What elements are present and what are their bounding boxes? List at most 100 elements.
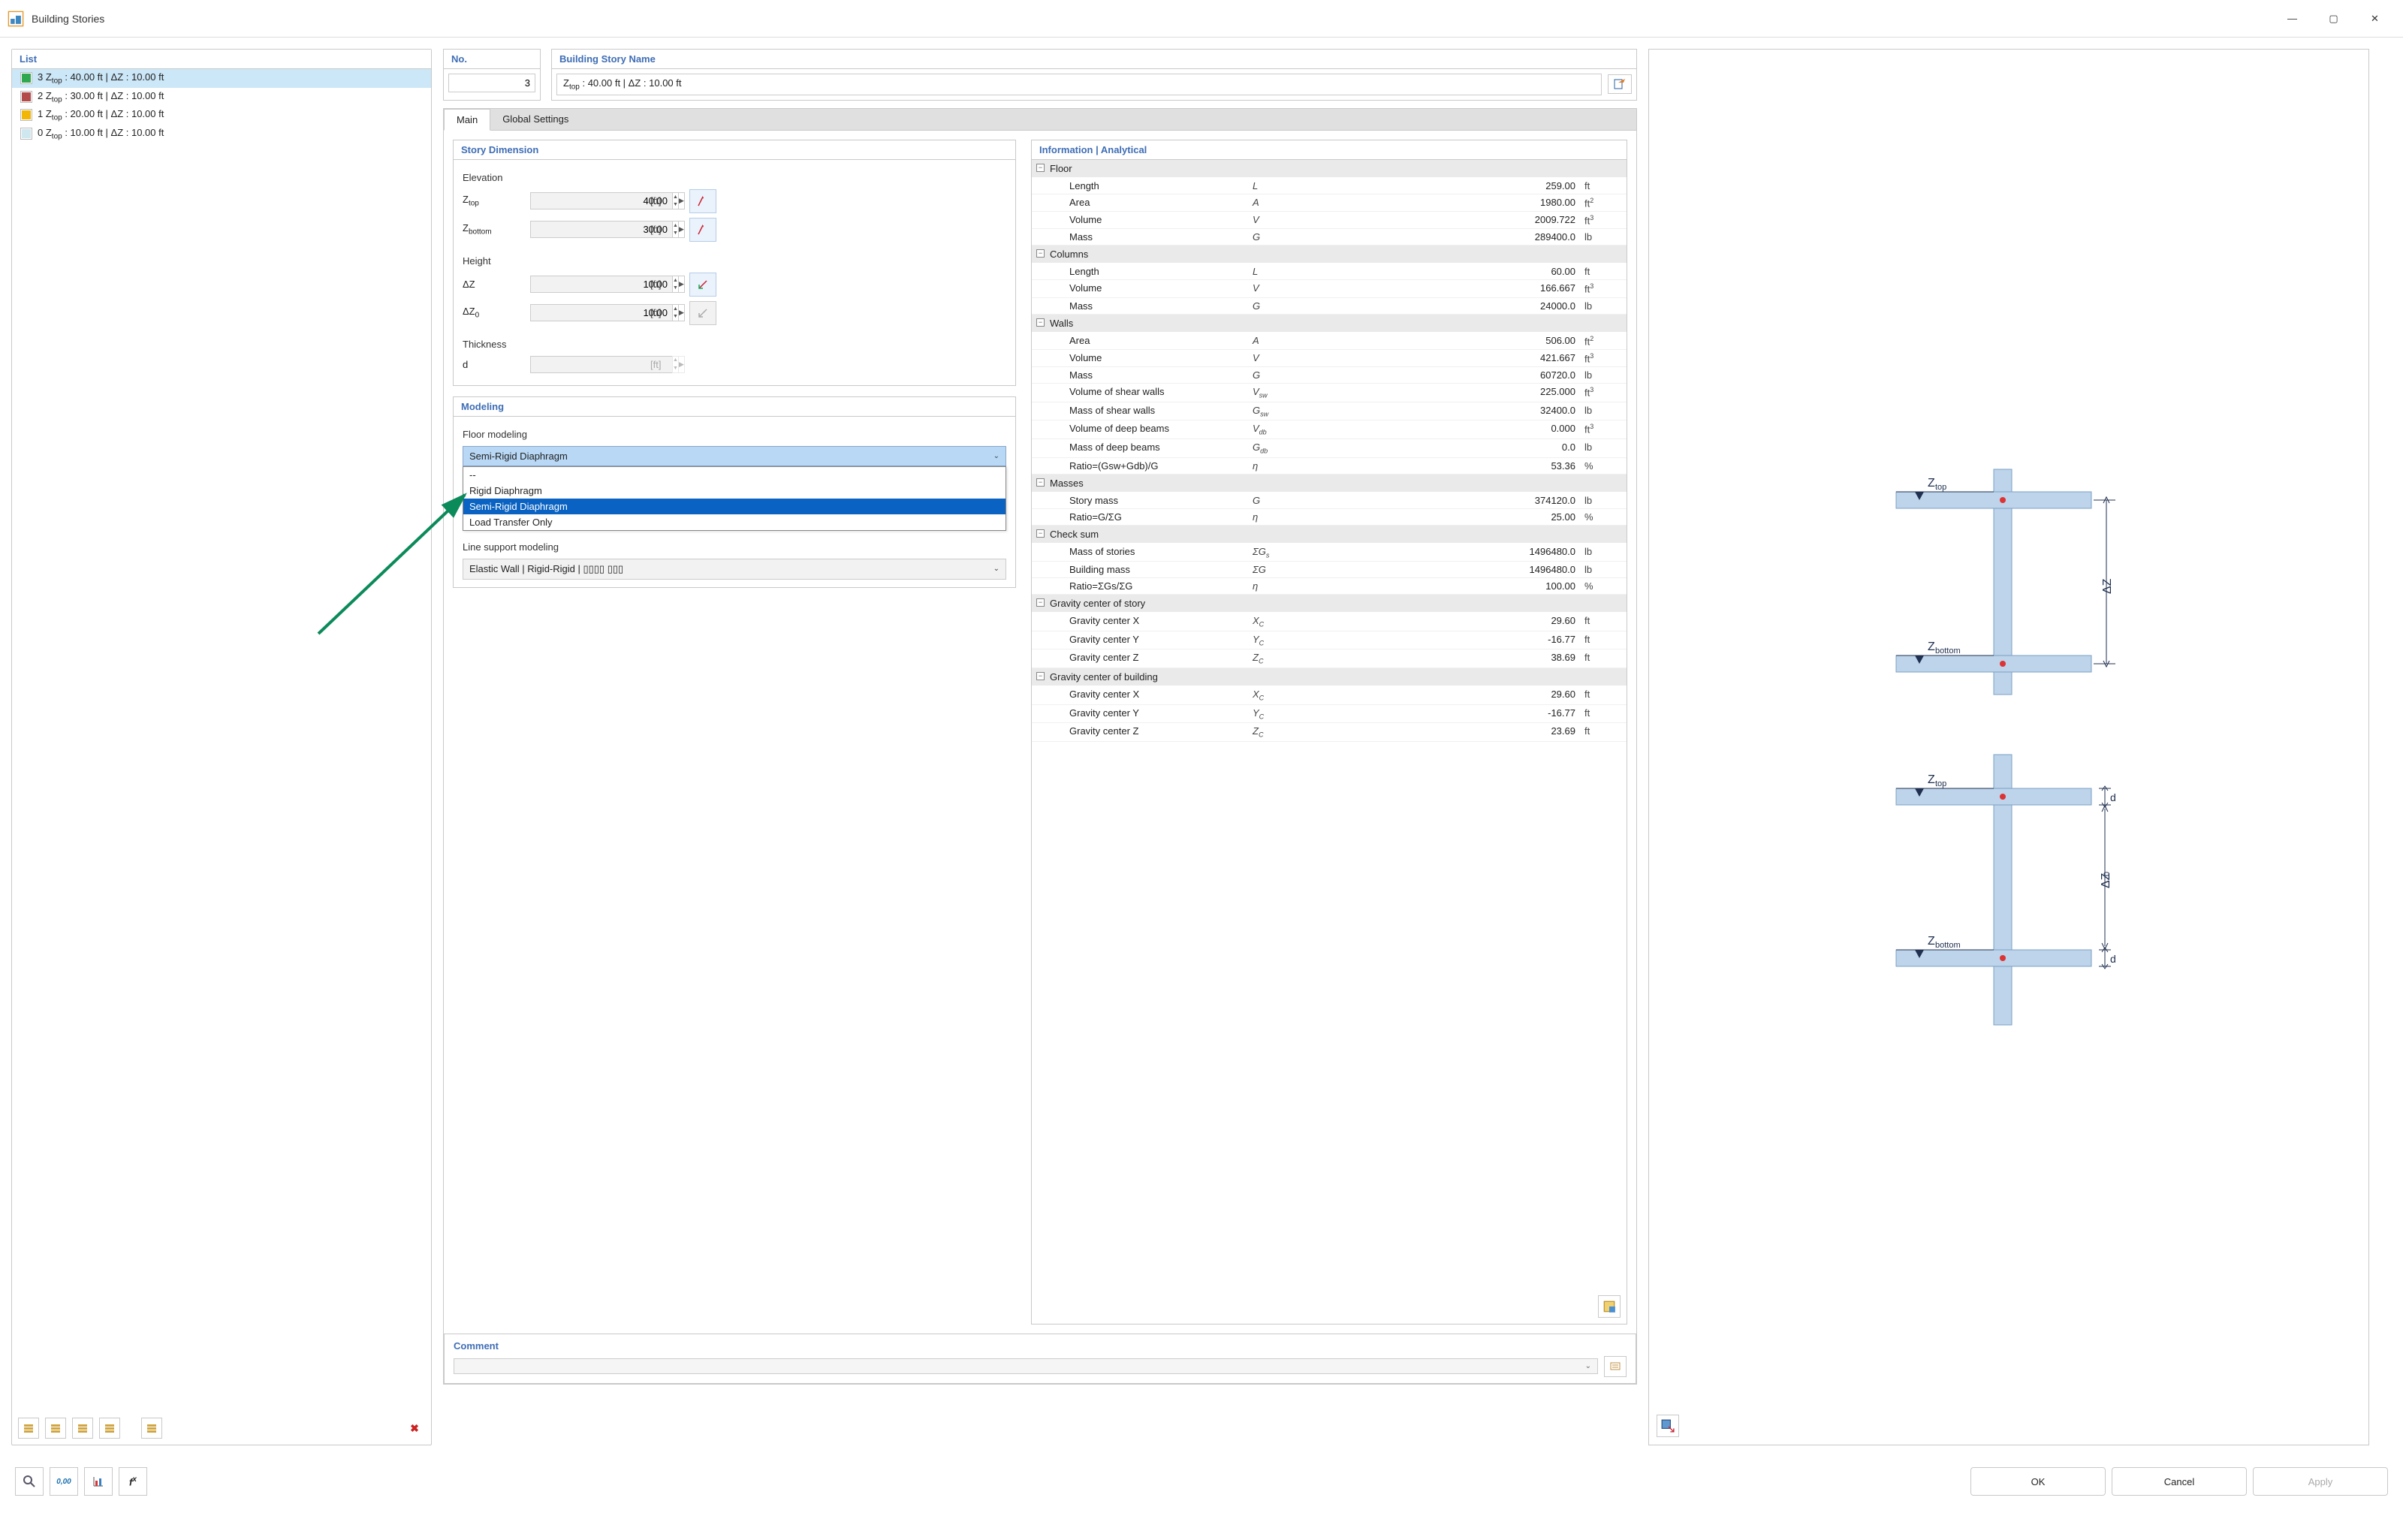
floor-modeling-value: Semi-Rigid Diaphragm: [469, 451, 993, 462]
cancel-button[interactable]: Cancel: [2112, 1467, 2247, 1496]
info-unit: ft3: [1581, 420, 1627, 438]
floor-modeling-option[interactable]: Load Transfer Only: [463, 514, 1006, 530]
info-unit: lb: [1581, 298, 1627, 314]
minimize-button[interactable]: —: [2272, 4, 2313, 34]
info-unit: ft2: [1581, 194, 1627, 211]
list-tool-1[interactable]: [18, 1418, 39, 1439]
color-swatch: [21, 92, 32, 102]
comment-field[interactable]: ⌄: [454, 1358, 1598, 1374]
info-symbol: G: [1250, 229, 1302, 245]
stepper-menu-icon[interactable]: ▶: [678, 192, 685, 209]
info-row: Gravity center Y YC -16.77 ft: [1032, 631, 1627, 650]
story-list-label: 2 Ztop : 30.00 ft | ΔZ : 10.00 ft: [38, 90, 164, 104]
spin-up-icon[interactable]: ▲: [673, 222, 678, 230]
collapse-icon[interactable]: −: [1036, 529, 1045, 538]
floor-modeling-option[interactable]: --: [463, 467, 1006, 483]
info-section-header[interactable]: −Gravity center of building: [1032, 668, 1627, 686]
story-name-field[interactable]: Ztop : 40.00 ft | ΔZ : 10.00 ft: [556, 74, 1602, 95]
story-list-item[interactable]: 1 Ztop : 20.00 ft | ΔZ : 10.00 ft: [12, 106, 431, 125]
ok-button[interactable]: OK: [1970, 1467, 2106, 1496]
color-swatch: [21, 73, 32, 83]
info-name: Gravity center X: [1032, 686, 1250, 704]
elevation-label: Elevation: [463, 172, 1006, 183]
information-body[interactable]: −FloorLength L 259.00 ftArea A 1980.00 f…: [1032, 160, 1627, 1289]
collapse-icon[interactable]: −: [1036, 672, 1045, 680]
dz-pick-icon[interactable]: [689, 273, 716, 297]
spin-up-icon[interactable]: ▲: [673, 305, 678, 313]
story-list-item[interactable]: 2 Ztop : 30.00 ft | ΔZ : 10.00 ft: [12, 88, 431, 107]
info-section-header[interactable]: −Floor: [1032, 160, 1627, 178]
story-list: 3 Ztop : 40.00 ft | ΔZ : 10.00 ft 2 Ztop…: [12, 69, 431, 1412]
tab-global-settings[interactable]: Global Settings: [490, 109, 581, 130]
height-label: Height: [463, 255, 1006, 267]
line-support-dropdown[interactable]: Elastic Wall | Rigid-Rigid | ▯▯▯▯ ▯▯▯ ⌄: [463, 559, 1006, 580]
info-value: 1496480.0: [1302, 544, 1581, 562]
info-section-header[interactable]: −Gravity center of story: [1032, 595, 1627, 613]
collapse-icon[interactable]: −: [1036, 164, 1045, 172]
number-input[interactable]: [448, 74, 535, 92]
spin-down-icon[interactable]: ▼: [673, 230, 678, 238]
search-icon[interactable]: [15, 1467, 44, 1496]
info-section-header[interactable]: −Masses: [1032, 475, 1627, 493]
info-row: Length L 60.00 ft: [1032, 264, 1627, 280]
svg-text:bottom: bottom: [1935, 941, 1961, 950]
number-header: No.: [444, 50, 540, 69]
edit-name-icon[interactable]: [1608, 74, 1632, 94]
list-tool-2[interactable]: [45, 1418, 66, 1439]
info-value: 0.0: [1302, 439, 1581, 457]
spin-down-icon[interactable]: ▼: [673, 201, 678, 209]
stepper-menu-icon[interactable]: ▶: [678, 276, 685, 293]
maximize-button[interactable]: ▢: [2313, 4, 2354, 34]
info-name: Gravity center Y: [1032, 705, 1250, 723]
story-list-item[interactable]: 3 Ztop : 40.00 ft | ΔZ : 10.00 ft: [12, 69, 431, 88]
info-name: Mass of stories: [1032, 544, 1250, 562]
chart-icon[interactable]: [84, 1467, 113, 1496]
stepper-menu-icon[interactable]: ▶: [678, 304, 685, 321]
close-button[interactable]: ✕: [2354, 4, 2395, 34]
info-unit: %: [1581, 458, 1627, 474]
info-value: 29.60: [1302, 686, 1581, 704]
units-icon[interactable]: 0,00: [50, 1467, 78, 1496]
ztop-pick-icon[interactable]: [689, 189, 716, 213]
tab-main[interactable]: Main: [444, 109, 490, 131]
spin-up-icon[interactable]: ▲: [673, 193, 678, 201]
info-unit: ft: [1581, 723, 1627, 741]
line-support-label: Line support modeling: [463, 541, 1006, 553]
floor-modeling-dropdown[interactable]: Semi-Rigid Diaphragm ⌄: [463, 446, 1006, 466]
collapse-icon[interactable]: −: [1036, 598, 1045, 607]
middle-panel: No. Building Story Name Ztop : 40.00 ft …: [443, 49, 1637, 1445]
info-settings-icon[interactable]: [1598, 1295, 1621, 1318]
story-list-item[interactable]: 0 Ztop : 10.00 ft | ΔZ : 10.00 ft: [12, 125, 431, 143]
list-delete-icon[interactable]: ✖: [404, 1418, 425, 1439]
footer-bar: 0,00 fx OK Cancel Apply: [0, 1457, 2403, 1506]
info-unit: lb: [1581, 493, 1627, 508]
svg-text:Z: Z: [1928, 640, 1935, 653]
floor-modeling-option[interactable]: Semi-Rigid Diaphragm: [463, 499, 1006, 514]
collapse-icon[interactable]: −: [1036, 478, 1045, 487]
spin-down-icon[interactable]: ▼: [673, 285, 678, 293]
formula-icon[interactable]: fx: [119, 1467, 147, 1496]
collapse-icon[interactable]: −: [1036, 249, 1045, 258]
spin-down-icon[interactable]: ▼: [673, 313, 678, 321]
info-row: Ratio=(Gsw+Gdb)/G η 53.36 %: [1032, 458, 1627, 475]
info-section-header[interactable]: −Walls: [1032, 315, 1627, 333]
list-tool-3[interactable]: [72, 1418, 93, 1439]
info-name: Volume of deep beams: [1032, 420, 1250, 438]
list-tool-5[interactable]: [141, 1418, 162, 1439]
stepper-menu-icon[interactable]: ▶: [678, 221, 685, 238]
zbottom-pick-icon[interactable]: [689, 218, 716, 242]
info-name: Volume of shear walls: [1032, 384, 1250, 402]
info-section-header[interactable]: −Check sum: [1032, 526, 1627, 544]
comment-tool-icon[interactable]: [1604, 1356, 1627, 1377]
info-value: 421.667: [1302, 350, 1581, 366]
preview-tool-icon[interactable]: [1657, 1415, 1679, 1437]
info-section-header[interactable]: −Columns: [1032, 246, 1627, 264]
floor-modeling-option[interactable]: Rigid Diaphragm: [463, 483, 1006, 499]
story-name-header: Building Story Name: [552, 50, 1636, 69]
info-row: Mass G 24000.0 lb: [1032, 298, 1627, 315]
spin-up-icon[interactable]: ▲: [673, 276, 678, 285]
collapse-icon[interactable]: −: [1036, 318, 1045, 327]
info-value: 60.00: [1302, 264, 1581, 279]
list-tool-4[interactable]: [99, 1418, 120, 1439]
info-unit: lb: [1581, 229, 1627, 245]
